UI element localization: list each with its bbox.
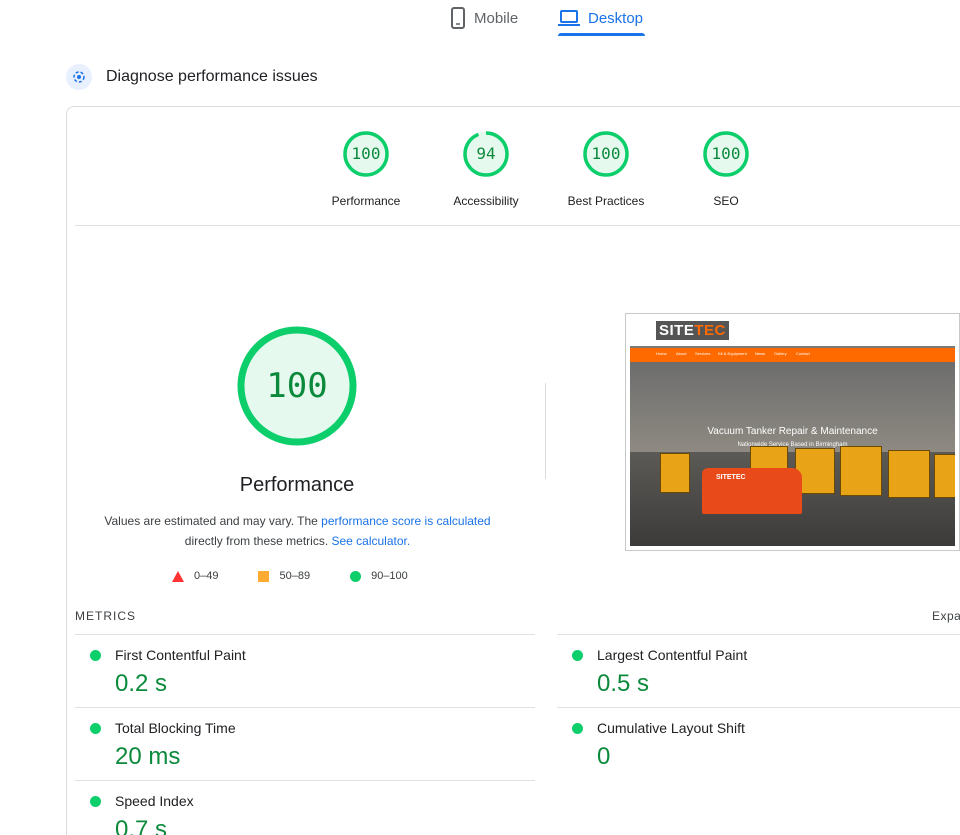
van-shape: SITETEC [702,468,802,514]
gauge-label: SEO [713,194,739,208]
thumb-nav-item: Home [656,351,667,356]
metric-si: Speed Index 0.7 s [75,780,475,835]
square-icon [258,570,270,582]
gauge-label: Best Practices [567,194,645,208]
pass-dot-icon [572,650,583,661]
active-tab-indicator [558,33,646,36]
legend-pass: 90–100 [350,570,408,582]
pass-dot-icon [572,723,583,734]
metric-value: 0.5 s [597,670,650,697]
gauge-accessibility[interactable]: 94 Accessibility [436,130,536,208]
gauge-label: Accessibility [453,194,519,208]
metric-name: Total Blocking Time [115,720,236,736]
gauge-score: 100 [351,144,381,163]
gauge-ring: 100 [582,130,630,178]
score-legend: 0–49 50–89 90–100 [172,570,448,582]
performance-gauge-large: 100 [236,325,358,447]
metric-value: 0 [597,743,611,770]
metric-cls: Cumulative Layout Shift 0 [557,707,957,781]
expand-view-toggle[interactable]: Expa [932,609,960,623]
thumb-nav-item: About [676,351,687,356]
performance-score-large: 100 [266,366,328,406]
metric-value: 0.7 s [115,816,168,835]
metric-tbt: Total Blocking Time 20 ms [75,707,475,781]
gauge-score: 94 [476,144,496,163]
truck-shape [660,453,690,493]
thumb-site-nav: Home About Services Kit & Equipment News… [630,348,955,362]
circle-icon [350,570,362,582]
thumb-nav-item: Kit & Equipment [718,351,747,356]
legend-average-label: 50–89 [279,570,311,582]
note-text: Values are estimated and may vary. The [104,514,322,528]
screenshot-image: SITETEC Home About Services Kit & Equipm… [630,318,955,546]
gauge-ring: 100 [702,130,750,178]
gauge-seo[interactable]: 100 SEO [676,130,776,208]
truck-shape [840,446,882,496]
thumb-hero-sky [630,362,955,452]
gauge-ring: 100 [342,130,390,178]
logo-part-b: TEC [694,322,726,339]
pass-dot-icon [90,796,101,807]
metric-name: Speed Index [115,793,194,809]
tab-desktop-label: Desktop [588,9,644,27]
legend-fail: 0–49 [172,570,218,582]
triangle-icon [172,570,184,582]
metric-name: First Contentful Paint [115,647,246,663]
truck-shape [888,450,930,498]
metrics-heading: METRICS [75,609,136,623]
thumb-nav-item: Gallery [774,351,787,356]
legend-fail-label: 0–49 [194,570,219,582]
tab-mobile-label: Mobile [474,9,519,27]
diagnose-title: Diagnose performance issues [106,68,318,85]
phone-icon [450,7,466,29]
gauge-best-practices[interactable]: 100 Best Practices [556,130,656,208]
thumb-site-header: SITETEC [630,318,955,346]
logo-part-a: SITE [659,322,695,339]
tab-desktop[interactable]: Desktop [558,0,646,36]
gauge-ring: 94 [462,130,510,178]
gauge-score: 100 [711,144,741,163]
performance-title: Performance [239,474,355,496]
final-screenshot[interactable]: SITETEC Home About Services Kit & Equipm… [625,313,960,551]
gauge-performance[interactable]: 100 Performance [316,130,416,208]
metric-value: 0.2 s [115,670,168,697]
truck-shape [934,454,955,498]
metric-fcp: First Contentful Paint 0.2 s [75,634,475,708]
thumb-nav-item: Services [695,351,711,356]
performance-note: Values are estimated and may vary. The p… [90,511,505,551]
metric-name: Largest Contentful Paint [597,647,748,663]
legend-average: 50–89 [258,570,310,582]
diagnose-header: Diagnose performance issues [66,64,318,90]
laptop-icon [558,9,580,27]
thumb-heading: Vacuum Tanker Repair & Maintenance [707,426,878,437]
gauge-label: Performance [331,194,401,208]
gauges-divider [75,225,960,226]
score-calculated-link[interactable]: performance score is calculated [321,514,490,528]
site-logo: SITETEC [656,321,729,340]
vertical-separator [545,383,546,479]
metric-value: 20 ms [115,743,181,770]
pass-dot-icon [90,650,101,661]
thumb-subheading: Nationwide Service Based in Birmingham [737,442,848,448]
gauge-score: 100 [591,144,621,163]
score-gauges: 100 Performance 94 Accessibility 100 Bes… [0,130,960,220]
metric-name: Cumulative Layout Shift [597,720,745,736]
van-text: SITETEC [716,474,746,481]
note-text: directly from these metrics. [184,534,332,548]
device-tabs: Mobile Desktop [0,0,960,40]
tab-mobile[interactable]: Mobile [450,0,518,36]
metric-lcp: Largest Contentful Paint 0.5 s [557,634,957,708]
legend-pass-label: 90–100 [371,570,408,582]
lab-data-icon [66,64,92,90]
thumb-nav-item: News [755,351,766,356]
see-calculator-link[interactable]: See calculator. [331,534,410,548]
thumb-nav-item: Contact [796,351,810,356]
pass-dot-icon [90,723,101,734]
